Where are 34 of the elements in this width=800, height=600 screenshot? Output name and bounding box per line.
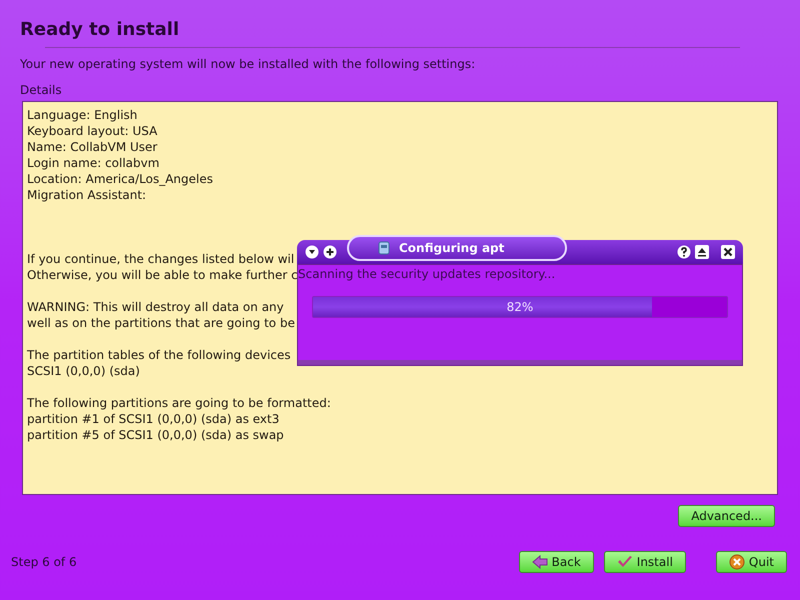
- close-icon: [728, 554, 745, 570]
- detail-line: partition #5 of SCSI1 (0,0,0) (sda) as swap: [27, 427, 284, 443]
- plus-icon[interactable]: [323, 245, 337, 259]
- close-icon[interactable]: [721, 245, 735, 259]
- detail-line: Migration Assistant:: [27, 187, 146, 203]
- back-button[interactable]: Back: [518, 551, 594, 573]
- dialog-message: Scanning the security updates repository...: [298, 266, 556, 282]
- advanced-button[interactable]: Advanced...: [678, 505, 775, 527]
- dialog-title: Configuring apt: [399, 240, 504, 257]
- detail-line: Otherwise, you will be able to make further c: [27, 267, 298, 283]
- step-status: Step 6 of 6: [11, 554, 77, 571]
- detail-line: The partition tables of the following devices: [27, 347, 291, 363]
- detail-line: Name: CollabVM User: [27, 139, 158, 155]
- progress-reading: 82%: [506, 299, 534, 316]
- page-title: Ready to install: [20, 18, 180, 42]
- back-arrow-icon: [532, 555, 548, 569]
- detail-line: The following partitions are going to be formatted:: [27, 395, 331, 411]
- check-icon: [616, 555, 633, 569]
- detail-line: SCSI1 (0,0,0) (sda): [27, 363, 140, 379]
- detail-line: If you continue, the changes listed below wil: [27, 251, 294, 267]
- install-button[interactable]: Install: [604, 551, 686, 573]
- subtitle-text: Your new operating system will now be installed with the following settings:: [20, 56, 476, 72]
- eject-icon[interactable]: [695, 245, 709, 259]
- dropdown-icon[interactable]: [305, 245, 319, 259]
- detail-line: Language: English: [27, 107, 138, 123]
- detail-line: Keyboard layout: USA: [27, 123, 158, 139]
- detail-line: WARNING: This will destroy all data on any: [27, 299, 284, 315]
- quit-button[interactable]: Quit: [716, 551, 787, 573]
- detail-line: Login name: collabvm: [27, 155, 160, 171]
- detail-line: well as on the partitions that are going to be: [27, 315, 295, 331]
- help-icon[interactable]: [677, 245, 691, 259]
- detail-line: partition #1 of SCSI1 (0,0,0) (sda) as ext3: [27, 411, 280, 427]
- details-label: Details: [20, 82, 63, 98]
- detail-line: Location: America/Los_Angeles: [27, 171, 214, 187]
